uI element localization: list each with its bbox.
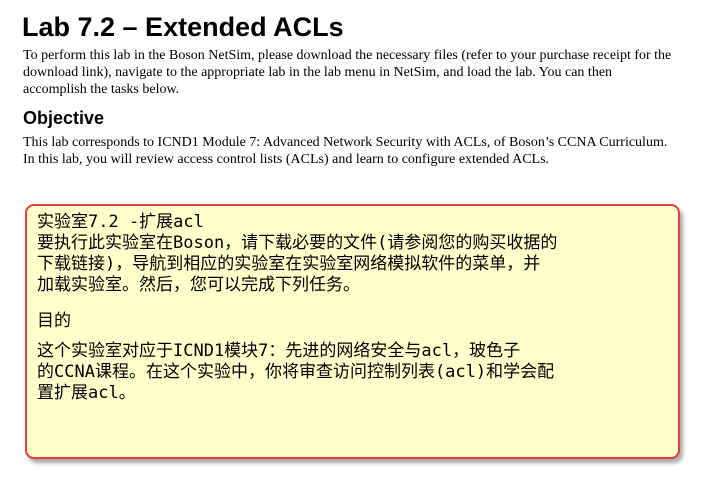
objective-paragraph: This lab corresponds to ICND1 Module 7: … — [23, 135, 668, 167]
translation-objective-line: 这个实验室对应于ICND1模块7：先进的网络安全与acl，玻色子 — [37, 341, 521, 361]
translation-objective-line: 的CCNA课程。在这个实验中，你将审查访问控制列表(acl)和学会配 — [37, 362, 555, 382]
translation-objective-line: 置扩展acl。 — [37, 383, 136, 403]
page-title: Lab 7.2 – Extended ACLs — [22, 12, 344, 42]
objective-heading: Objective — [23, 108, 105, 128]
intro-paragraph: To perform this lab in the Boson NetSim,… — [23, 48, 672, 97]
translation-title-line: 实验室7.2 -扩展acl — [37, 212, 204, 232]
translation-intro-line: 要执行此实验室在Boson，请下载必要的文件(请参阅您的购买收据的 — [37, 233, 558, 253]
translation-popup: 实验室7.2 -扩展acl 要执行此实验室在Boson，请下载必要的文件(请参阅… — [25, 204, 680, 459]
translation-objective-heading: 目的 — [37, 311, 71, 331]
translation-intro-line: 加载实验室。然后，您可以完成下列任务。 — [37, 275, 360, 295]
translation-intro-line: 下载链接)，导航到相应的实验室在实验室网络模拟软件的菜单，并 — [37, 254, 541, 274]
